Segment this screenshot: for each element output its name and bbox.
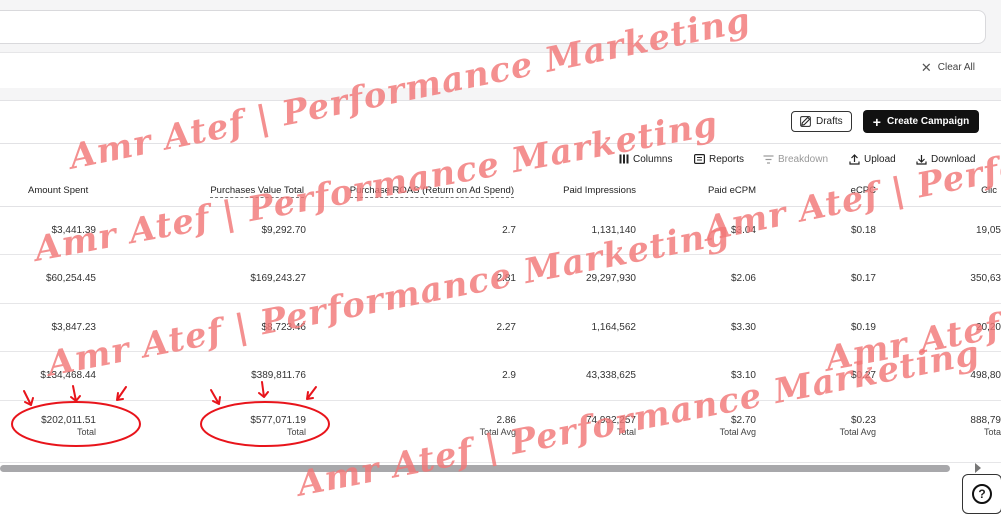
cell-paid-impressions: 1,164,562 (520, 303, 640, 352)
header-amount-spent[interactable]: Amount Spent (0, 176, 100, 207)
cell-purchase-roas: 2.9 (310, 351, 520, 401)
campaign-manager-screen: { "filters": { "clear_all_label": "Clear… (0, 0, 1001, 518)
clear-all-button[interactable]: ✕ Clear All (921, 61, 975, 74)
total-ecpc-label: Total Avg (839, 426, 876, 437)
plus-icon: + (872, 113, 881, 130)
total-purchases-value: $577,071.19 Total (100, 400, 310, 463)
cell-paid-ecpm: $3.30 (640, 303, 760, 352)
header-paid-ecpm-label: Paid eCPM (707, 185, 756, 197)
total-clicks-label: Tota (983, 426, 1001, 437)
header-paid-impressions-label: Paid Impressions (563, 185, 636, 197)
create-campaign-label: Create Campaign (886, 116, 970, 127)
total-amount-spent: $202,011.51 Total (0, 400, 100, 463)
total-clicks: 888,79 Tota (880, 400, 1001, 463)
drafts-label: Drafts (816, 116, 843, 127)
scroll-right-arrow-icon[interactable] (975, 463, 981, 473)
help-icon: ? (972, 484, 992, 504)
close-icon: ✕ (920, 60, 932, 75)
cell-purchases-value-total: $169,243.27 (100, 254, 310, 304)
help-button[interactable]: ? (962, 474, 1001, 514)
create-campaign-button[interactable]: + Create Campaign (863, 110, 979, 133)
total-ecpc-value: $0.23 (850, 414, 876, 426)
total-purchases-value-value: $577,071.19 (250, 414, 306, 426)
total-clicks-value: 888,79 (970, 414, 1001, 426)
cell-clicks: 19,05 (880, 206, 1001, 255)
breakdown-icon (763, 154, 774, 164)
total-purchases-value-label: Total (286, 426, 306, 437)
drafts-icon (800, 116, 811, 127)
clear-all-label: Clear All (937, 62, 975, 73)
upload-button[interactable]: Upload (849, 152, 896, 166)
breakdown-label: Breakdown (778, 153, 829, 165)
total-amount-spent-value: $202,011.51 (41, 414, 96, 426)
cell-ecpc: $0.17 (760, 254, 880, 304)
upload-label: Upload (864, 153, 896, 165)
reports-label: Reports (709, 153, 745, 165)
breakdown-button[interactable]: Breakdown (763, 152, 828, 166)
total-amount-spent-label: Total (76, 426, 96, 437)
drafts-button[interactable]: Drafts (791, 111, 852, 132)
reports-button[interactable]: Reports (694, 152, 744, 166)
header-amount-spent-label: Amount Spent (28, 185, 89, 197)
reports-icon (694, 154, 705, 164)
header-paid-impressions[interactable]: Paid Impressions (520, 176, 640, 207)
cell-paid-impressions: 43,338,625 (520, 351, 640, 401)
download-icon (916, 154, 927, 165)
cell-clicks: 350,63 (880, 254, 1001, 304)
upload-icon (849, 153, 860, 165)
search-filter-input[interactable] (0, 10, 986, 44)
